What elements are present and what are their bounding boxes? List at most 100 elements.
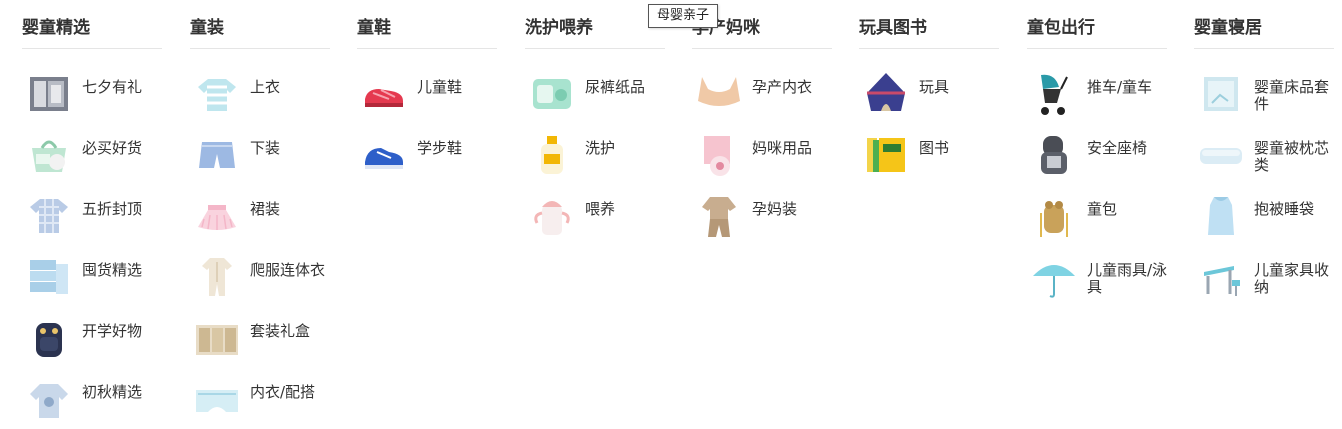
bedding-set-icon (1198, 71, 1244, 117)
wipes-bag-icon (26, 132, 72, 178)
category-label: 尿裤纸品 (585, 78, 646, 96)
books-icon (863, 132, 909, 178)
column-title[interactable]: 童鞋 (357, 14, 497, 49)
category-label: 孕产内衣 (752, 78, 813, 96)
lotion-bottle-icon (529, 132, 575, 178)
category-column-baby-bedding: 婴童寝居 婴童床品套件 婴童被枕芯类 抱被睡袋 儿童家具收纳 (1194, 14, 1334, 307)
category-label: 儿童鞋 (417, 78, 463, 96)
category-label: 抱被睡袋 (1254, 200, 1315, 218)
category-item[interactable]: 图书 (859, 124, 999, 185)
category-item[interactable]: 套装礼盒 (190, 307, 330, 368)
category-label: 孕妈装 (752, 200, 798, 218)
category-item[interactable]: 安全座椅 (1027, 124, 1167, 185)
sippy-cup-icon (529, 193, 575, 239)
gift-set-box-icon (194, 315, 240, 361)
category-column-kids-shoes: 童鞋 儿童鞋 学步鞋 (357, 14, 497, 185)
category-column-baby-picks: 婴童精选 七夕有礼 必买好货 五折封顶 囤货精选 开学好物 初秋精选 (22, 14, 162, 429)
maternity-outfit-icon (696, 193, 742, 239)
category-label: 学步鞋 (417, 139, 463, 157)
category-label: 上衣 (250, 78, 281, 96)
category-label: 套装礼盒 (250, 322, 311, 340)
category-item[interactable]: 下装 (190, 124, 330, 185)
category-label: 开学好物 (82, 322, 143, 340)
category-item[interactable]: 妈咪用品 (692, 124, 832, 185)
breast-pump-icon (696, 132, 742, 178)
category-label: 推车/童车 (1087, 78, 1153, 96)
category-label: 初秋精选 (82, 383, 143, 401)
umbrella-icon (1031, 254, 1077, 300)
gift-box-icon (26, 71, 72, 117)
category-item[interactable]: 开学好物 (22, 307, 162, 368)
kids-bag-icon (1031, 193, 1077, 239)
category-column-toys-books: 玩具图书 玩具 图书 (859, 14, 999, 185)
blue-shoe-icon (361, 132, 407, 178)
stroller-icon (1031, 71, 1077, 117)
category-label: 童包 (1087, 200, 1118, 218)
category-label: 婴童被枕芯类 (1254, 139, 1330, 174)
category-label: 喂养 (585, 200, 616, 218)
romper-icon (194, 254, 240, 300)
sweatshirt-icon (26, 376, 72, 422)
category-item[interactable]: 上衣 (190, 63, 330, 124)
sleeping-bag-icon (1198, 193, 1244, 239)
category-label: 妈咪用品 (752, 139, 813, 157)
underwear-icon (194, 376, 240, 422)
category-label: 必买好货 (82, 139, 143, 157)
column-title[interactable]: 洗护喂养 (525, 14, 665, 49)
category-label: 五折封顶 (82, 200, 143, 218)
tooltip: 母婴亲子 (648, 4, 719, 28)
category-column-kids-clothing: 童装 上衣 下装 裙装 爬服连体衣 套装礼盒 内衣/配搭 (190, 14, 330, 429)
category-item[interactable]: 五折封顶 (22, 185, 162, 246)
category-label: 裙装 (250, 200, 281, 218)
category-item[interactable]: 裙装 (190, 185, 330, 246)
category-item[interactable]: 婴童床品套件 (1194, 63, 1334, 124)
tutu-skirt-icon (194, 193, 240, 239)
category-label: 七夕有礼 (82, 78, 143, 96)
category-label: 儿童雨具/泳具 (1087, 261, 1168, 296)
category-label: 爬服连体衣 (250, 261, 326, 279)
play-tent-icon (863, 71, 909, 117)
category-label: 囤货精选 (82, 261, 143, 279)
category-item[interactable]: 喂养 (525, 185, 665, 246)
category-column-bags-travel: 童包出行 推车/童车 安全座椅 童包 儿童雨具/泳具 (1027, 14, 1167, 307)
category-item[interactable]: 内衣/配搭 (190, 368, 330, 429)
category-item[interactable]: 洗护 (525, 124, 665, 185)
category-item[interactable]: 玩具 (859, 63, 999, 124)
category-column-care-feeding: 洗护喂养 尿裤纸品 洗护 喂养 (525, 14, 665, 246)
category-label: 内衣/配搭 (250, 383, 316, 401)
category-item[interactable]: 推车/童车 (1027, 63, 1167, 124)
category-label: 玩具 (919, 78, 950, 96)
category-item[interactable]: 学步鞋 (357, 124, 497, 185)
category-item[interactable]: 尿裤纸品 (525, 63, 665, 124)
category-label: 安全座椅 (1087, 139, 1148, 157)
diaper-pack-icon (529, 71, 575, 117)
school-backpack-icon (26, 315, 72, 361)
category-label: 图书 (919, 139, 950, 157)
pillow-icon (1198, 132, 1244, 178)
plaid-shirt-icon (26, 193, 72, 239)
category-item[interactable]: 必买好货 (22, 124, 162, 185)
category-item[interactable]: 七夕有礼 (22, 63, 162, 124)
category-item[interactable]: 儿童家具收纳 (1194, 246, 1334, 307)
category-item[interactable]: 孕妈装 (692, 185, 832, 246)
bra-icon (696, 71, 742, 117)
category-item[interactable]: 爬服连体衣 (190, 246, 330, 307)
car-seat-icon (1031, 132, 1077, 178)
column-title[interactable]: 婴童精选 (22, 14, 162, 49)
red-sandal-icon (361, 71, 407, 117)
column-title[interactable]: 玩具图书 (859, 14, 999, 49)
column-title[interactable]: 童包出行 (1027, 14, 1167, 49)
category-label: 洗护 (585, 139, 616, 157)
category-item[interactable]: 儿童雨具/泳具 (1027, 246, 1167, 307)
kids-desk-icon (1198, 254, 1244, 300)
category-item[interactable]: 初秋精选 (22, 368, 162, 429)
category-item[interactable]: 童包 (1027, 185, 1167, 246)
category-item[interactable]: 婴童被枕芯类 (1194, 124, 1334, 185)
category-item[interactable]: 儿童鞋 (357, 63, 497, 124)
category-item[interactable]: 孕产内衣 (692, 63, 832, 124)
category-column-maternity: 孕产妈咪 孕产内衣 妈咪用品 孕妈装 (692, 14, 832, 246)
column-title[interactable]: 童装 (190, 14, 330, 49)
category-item[interactable]: 抱被睡袋 (1194, 185, 1334, 246)
category-item[interactable]: 囤货精选 (22, 246, 162, 307)
column-title[interactable]: 婴童寝居 (1194, 14, 1334, 49)
